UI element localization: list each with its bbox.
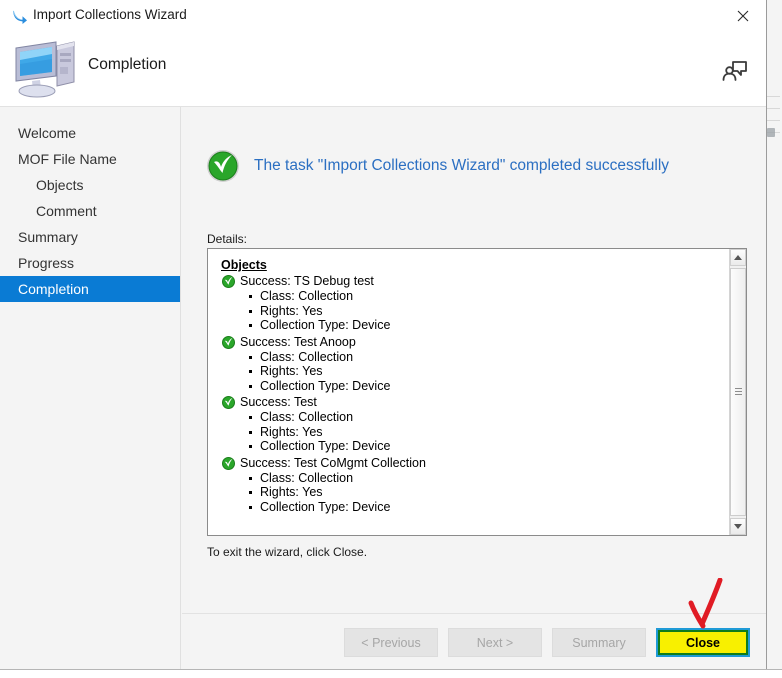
object-result-item: Success: TS Debug test Class: Collection…: [221, 274, 729, 333]
scrollbar-thumb[interactable]: [730, 268, 746, 516]
sidebar-item-mof-file-name[interactable]: MOF File Name: [0, 146, 180, 172]
object-detail: Rights: Yes: [249, 364, 729, 379]
import-collections-wizard-dialog: Import Collections Wizard Completion Wel…: [0, 0, 767, 670]
object-result-details: Class: Collection Rights: Yes Collection…: [221, 471, 729, 515]
details-content: Objects Success: TS Debug test Class: Co…: [208, 249, 729, 535]
previous-button[interactable]: < Previous: [344, 628, 438, 657]
sidebar-item-completion[interactable]: Completion: [0, 276, 180, 302]
green-check-icon: [222, 456, 235, 470]
blue-curved-arrow-icon: [10, 7, 28, 25]
title-bar: Import Collections Wizard: [0, 0, 766, 31]
close-icon[interactable]: [720, 0, 766, 31]
scroll-up-arrow-icon[interactable]: [730, 249, 746, 266]
object-result-title-row: Success: Test: [221, 395, 729, 410]
green-check-circle-icon: [206, 149, 240, 183]
sidebar-item-welcome[interactable]: Welcome: [0, 120, 180, 146]
object-result-title-row: Success: Test Anoop: [221, 335, 729, 350]
object-result-title-row: Success: Test CoMgmt Collection: [221, 456, 729, 471]
next-button[interactable]: Next >: [448, 628, 542, 657]
footer-button-row: < Previous Next > Summary Close: [344, 628, 750, 657]
success-banner: The task "Import Collections Wizard" com…: [206, 149, 669, 183]
object-detail: Class: Collection: [249, 471, 729, 486]
details-scrollbar[interactable]: [729, 249, 746, 535]
window-bottom-edge: [0, 669, 782, 678]
wizard-header: Completion: [0, 31, 766, 107]
dialog-body: Welcome MOF File Name Objects Comment Su…: [0, 107, 766, 670]
green-check-icon: [222, 275, 235, 288]
sidebar-item-progress[interactable]: Progress: [0, 250, 180, 276]
sidebar-item-objects[interactable]: Objects: [0, 172, 180, 198]
page-title: Completion: [88, 56, 167, 73]
object-detail: Rights: Yes: [249, 485, 729, 500]
sidebar-item-comment[interactable]: Comment: [0, 198, 180, 224]
object-detail: Rights: Yes: [249, 304, 729, 319]
exit-instruction: To exit the wizard, click Close.: [207, 545, 368, 559]
object-result-details: Class: Collection Rights: Yes Collection…: [221, 350, 729, 394]
object-detail: Class: Collection: [249, 289, 729, 304]
object-detail: Class: Collection: [249, 410, 729, 425]
sidebar-item-summary[interactable]: Summary: [0, 224, 180, 250]
object-result-title: Success: Test CoMgmt Collection: [240, 455, 426, 470]
window-title: Import Collections Wizard: [33, 7, 187, 22]
object-detail: Collection Type: Device: [249, 500, 729, 515]
wizard-step-sidebar: Welcome MOF File Name Objects Comment Su…: [0, 107, 181, 670]
object-result-item: Success: Test CoMgmt Collection Class: C…: [221, 456, 729, 515]
object-result-title-row: Success: TS Debug test: [221, 274, 729, 289]
success-message: The task "Import Collections Wizard" com…: [254, 157, 670, 174]
green-check-icon: [222, 396, 235, 409]
object-result-item: Success: Test Class: Collection Rights: …: [221, 395, 729, 454]
content-panel: The task "Import Collections Wizard" com…: [182, 107, 766, 670]
object-result-title: Success: Test: [240, 395, 317, 409]
feedback-person-icon[interactable]: [722, 57, 748, 81]
dialog-footer: < Previous Next > Summary Close: [182, 613, 766, 671]
computer-monitor-icon: [10, 34, 82, 102]
object-detail: Collection Type: Device: [249, 439, 729, 454]
scrollbar-grip-icon: [735, 388, 742, 396]
object-result-details: Class: Collection Rights: Yes Collection…: [221, 289, 729, 333]
details-heading: Objects: [221, 258, 267, 272]
object-detail: Rights: Yes: [249, 425, 729, 440]
object-result-title: Success: TS Debug test: [240, 274, 374, 288]
scroll-down-arrow-icon[interactable]: [730, 518, 746, 535]
object-result-item: Success: Test Anoop Class: Collection Ri…: [221, 335, 729, 394]
details-label: Details:: [207, 232, 248, 246]
object-detail: Collection Type: Device: [249, 379, 729, 394]
object-result-details: Class: Collection Rights: Yes Collection…: [221, 410, 729, 454]
object-detail: Collection Type: Device: [249, 318, 729, 333]
object-result-title: Success: Test Anoop: [240, 334, 356, 349]
green-check-icon: [222, 335, 235, 349]
close-button[interactable]: Close: [656, 628, 750, 657]
summary-button[interactable]: Summary: [552, 628, 646, 657]
object-detail: Class: Collection: [249, 350, 729, 365]
background-window-icon: [767, 128, 775, 137]
details-textbox[interactable]: Objects Success: TS Debug test Class: Co…: [207, 248, 747, 536]
